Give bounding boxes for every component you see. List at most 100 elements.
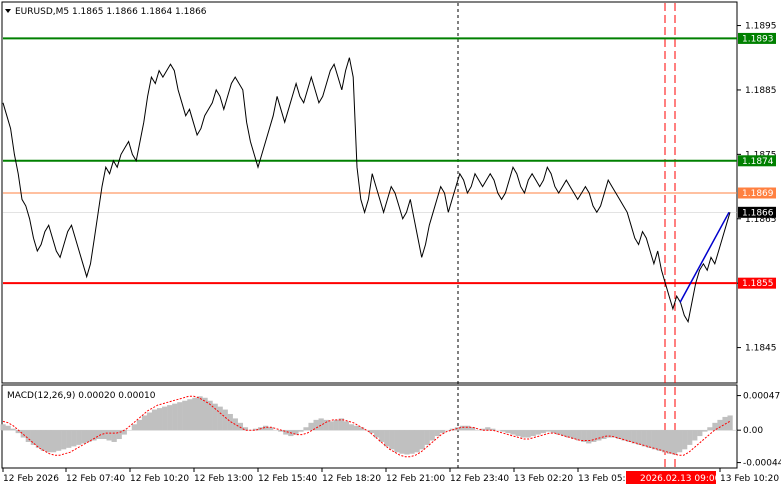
price-tick-label: 1.1885 [745, 86, 777, 96]
macd-bar [222, 409, 228, 431]
symbol-header[interactable]: EURUSD,M5 1.1865 1.1866 1.1864 1.1866 [5, 7, 207, 17]
macd-bar [101, 430, 107, 440]
macd-bar [76, 430, 82, 445]
macd-bar [192, 397, 198, 431]
macd-bar [530, 430, 536, 437]
macd-bar [323, 419, 329, 431]
symbol-title: EURUSD,M5 1.1865 1.1866 1.1864 1.1866 [15, 7, 207, 17]
macd-bar [505, 430, 511, 434]
macd-bar [409, 430, 415, 454]
macd-bar [540, 430, 546, 434]
macd-bar [419, 430, 425, 450]
svg-text:1.1866: 1.1866 [742, 208, 774, 218]
level-badge-label: 1.1869 [742, 189, 774, 199]
trend-line[interactable] [679, 211, 730, 303]
macd-bar [682, 430, 688, 450]
macd-bar [515, 430, 521, 437]
time-tick-label: 12 Feb 10:20 [130, 474, 189, 484]
macd-bar [162, 406, 168, 431]
macd-bar [646, 430, 652, 448]
time-tick-label: 12 Feb 18:20 [322, 474, 381, 484]
macd-bar [197, 396, 203, 431]
macd-bar [676, 430, 683, 453]
macd-bar [343, 421, 350, 431]
time-tick-label: 12 Feb 07:40 [66, 474, 125, 484]
macd-bar [399, 430, 405, 454]
macd-bar [353, 425, 360, 431]
level-badge-label: 1.1874 [742, 157, 774, 167]
macd-bar [379, 430, 385, 442]
macd-bar [121, 430, 127, 435]
macd-bar [687, 430, 693, 445]
macd-bar [348, 424, 355, 431]
macd-bar [434, 430, 440, 437]
macd-bar [61, 430, 67, 450]
macd-bar [217, 406, 223, 431]
macd-bar [141, 415, 148, 431]
price-tick-label: 1.1895 [745, 22, 777, 32]
macd-bar [404, 430, 410, 455]
price-chart[interactable]: 1.18951.18851.18751.18651.18551.1845 0.0… [0, 0, 781, 489]
macd-bar [535, 430, 541, 435]
macd-bar [136, 419, 143, 431]
macd-bar [369, 430, 375, 434]
macd-bar [81, 430, 87, 444]
macd-histogram [0, 396, 733, 455]
time-tick-label: 12 Feb 13:00 [194, 474, 253, 484]
macd-bar [464, 425, 471, 431]
macd-bar [146, 412, 153, 431]
macd-bar [111, 430, 117, 442]
macd-bar [56, 430, 62, 451]
macd-tick-label: -0.00044 [743, 459, 781, 469]
macd-bar [66, 430, 72, 448]
macd-bar [707, 427, 713, 431]
macd-bar [374, 430, 380, 438]
macd-bar [35, 430, 42, 448]
time-tick-label: 13 Feb 02:20 [514, 474, 573, 484]
macd-bar [666, 430, 673, 454]
time-tick-label: 13 Feb 10:20 [720, 474, 779, 484]
macd-bar [333, 419, 339, 431]
current-price-badge: 1.1866 [738, 206, 776, 218]
macd-bar [565, 430, 572, 438]
macd-bar [40, 430, 47, 451]
macd-bar [656, 430, 663, 451]
macd-bar [697, 430, 703, 437]
macd-bar [177, 402, 183, 431]
macd-bar [5, 425, 11, 431]
time-tick-label: 12 Feb 2026 [3, 474, 59, 484]
macd-axis: 0.00047 0.00 -0.00044 [737, 392, 781, 469]
macd-indicator-label: MACD(12,26,9) 0.00020 0.00010 [7, 391, 156, 401]
macd-bar [414, 430, 420, 453]
macd-bar [661, 430, 668, 453]
macd-bar [212, 403, 218, 431]
triangle-down-icon[interactable] [5, 9, 11, 13]
macd-bar [45, 430, 52, 453]
macd-bar [237, 422, 244, 431]
macd-bar [394, 430, 400, 453]
macd-bar [0, 424, 6, 431]
level-badge-label: 1.1855 [742, 279, 774, 289]
macd-bar [308, 422, 314, 431]
macd-tick-label: 0.00 [743, 426, 763, 436]
time-tick-label: 12 Feb 15:40 [258, 474, 317, 484]
macd-bar [641, 430, 647, 447]
macd-bar [429, 430, 435, 441]
macd-bar [631, 430, 637, 444]
macd-bar [384, 430, 390, 447]
macd-signal-line [2, 395, 731, 458]
macd-bar [207, 400, 213, 431]
macd-bar [50, 430, 57, 453]
macd-bar [131, 424, 137, 431]
macd-bar [692, 430, 698, 441]
macd-bar [510, 430, 516, 435]
macd-bar [182, 400, 188, 431]
macd-bar [167, 405, 173, 431]
macd-bar [389, 430, 395, 450]
time-tick-label: 12 Feb 21:00 [386, 474, 445, 484]
macd-bar [525, 430, 531, 438]
macd-bar [621, 430, 627, 441]
macd-bar [328, 421, 334, 431]
macd-bar [671, 430, 678, 455]
macd-bar [424, 430, 430, 445]
